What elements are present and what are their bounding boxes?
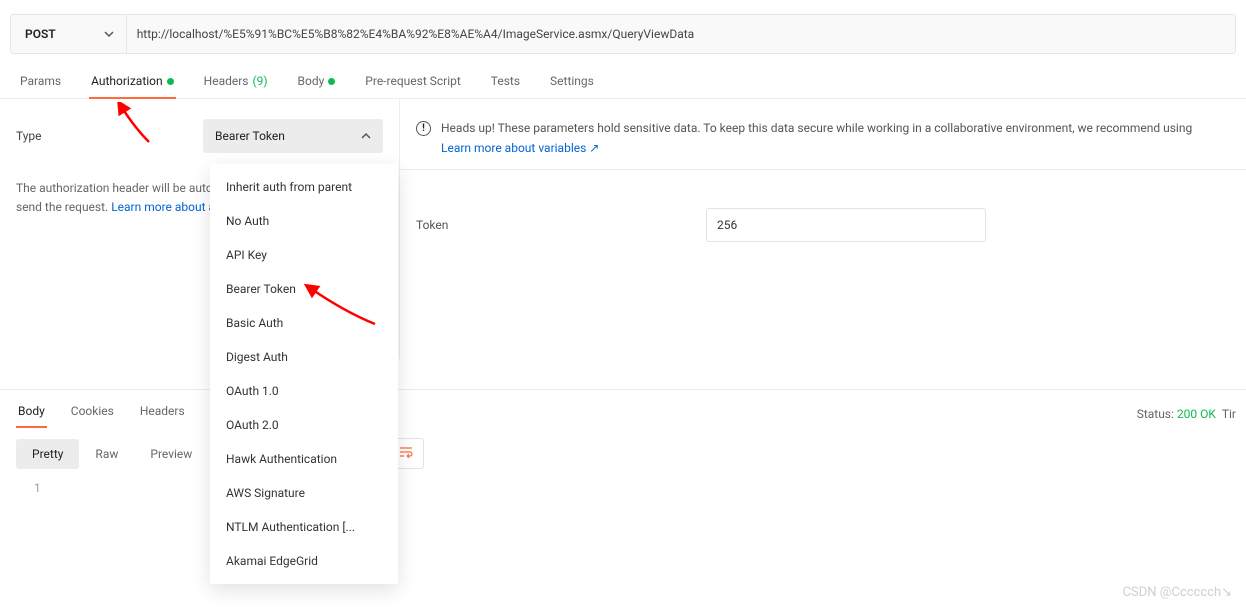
view-tab-pretty[interactable]: Pretty xyxy=(16,439,79,469)
dot-icon xyxy=(328,78,335,85)
http-method-select[interactable]: POST xyxy=(11,15,127,53)
auth-option-oauth2[interactable]: OAuth 2.0 xyxy=(210,408,398,442)
auth-option-noauth[interactable]: No Auth xyxy=(210,204,398,238)
auth-option-ntlm[interactable]: NTLM Authentication [... xyxy=(210,510,398,544)
auth-type-select[interactable]: Bearer Token xyxy=(203,119,383,153)
tab-authorization[interactable]: Authorization xyxy=(89,68,176,98)
token-input[interactable] xyxy=(706,208,986,242)
info-icon: ! xyxy=(416,121,431,136)
response-tab-headers[interactable]: Headers xyxy=(138,400,187,428)
tab-tests[interactable]: Tests xyxy=(489,68,522,98)
request-tabs: Params Authorization Headers (9) Body Pr… xyxy=(0,54,1246,99)
tab-headers[interactable]: Headers (9) xyxy=(202,68,270,98)
watermark: CSDN @Cccccch↘ xyxy=(1123,585,1232,600)
auth-option-bearer[interactable]: Bearer Token xyxy=(210,272,398,306)
learn-more-variables-link[interactable]: Learn more about variables ↗ xyxy=(441,139,599,157)
chevron-down-icon xyxy=(104,29,114,39)
chevron-up-icon xyxy=(361,131,371,141)
auth-option-hawk[interactable]: Hawk Authentication xyxy=(210,442,398,476)
http-method-value: POST xyxy=(25,27,56,41)
tab-prerequest[interactable]: Pre-request Script xyxy=(363,68,462,98)
auth-option-inherit[interactable]: Inherit auth from parent xyxy=(210,170,398,204)
tab-settings[interactable]: Settings xyxy=(548,68,596,98)
token-label: Token xyxy=(416,218,706,232)
dot-icon xyxy=(167,78,174,85)
auth-option-apikey[interactable]: API Key xyxy=(210,238,398,272)
response-tab-body[interactable]: Body xyxy=(16,400,47,428)
auth-type-dropdown: Inherit auth from parent No Auth API Key… xyxy=(210,164,398,584)
view-tab-raw[interactable]: Raw xyxy=(79,439,134,469)
line-number: 1 xyxy=(34,481,41,495)
alert-text: Heads up! These parameters hold sensitiv… xyxy=(441,119,1192,157)
auth-option-digest[interactable]: Digest Auth xyxy=(210,340,398,374)
auth-option-oauth1[interactable]: OAuth 1.0 xyxy=(210,374,398,408)
response-tab-cookies[interactable]: Cookies xyxy=(69,400,116,428)
tab-body[interactable]: Body xyxy=(296,68,338,98)
view-tab-preview[interactable]: Preview xyxy=(134,439,208,469)
request-url-input[interactable]: http://localhost/%E5%91%BC%E5%B8%82%E4%B… xyxy=(127,27,1235,41)
response-status: Status: 200 OK Tir xyxy=(1137,407,1236,421)
auth-option-aws[interactable]: AWS Signature xyxy=(210,476,398,510)
tab-params[interactable]: Params xyxy=(18,68,63,98)
auth-option-akamai[interactable]: Akamai EdgeGrid xyxy=(210,544,398,578)
external-link-icon: ↗ xyxy=(589,139,599,157)
auth-type-label: Type xyxy=(16,129,42,143)
auth-option-basic[interactable]: Basic Auth xyxy=(210,306,398,340)
